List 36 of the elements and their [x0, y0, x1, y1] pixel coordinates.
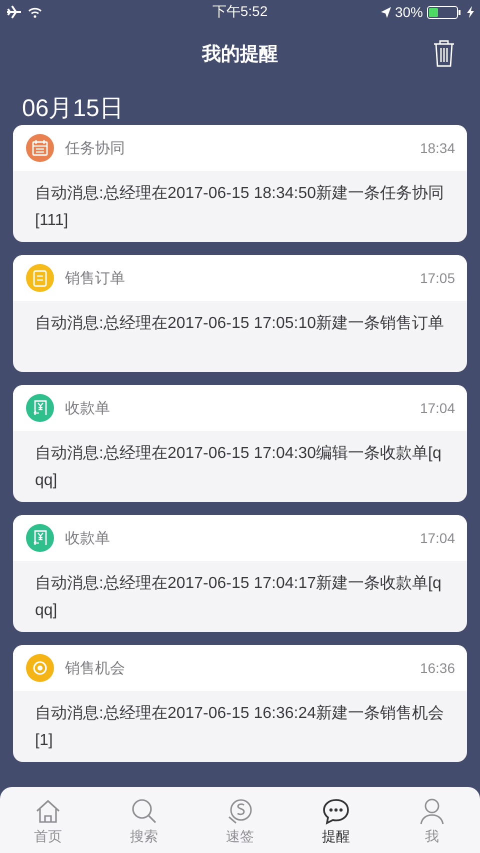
page-title: 我的提醒: [202, 43, 278, 67]
reminder-message: 自动消息:总经理在2017-06-15 17:05:10新建一条销售订单: [34, 314, 446, 334]
reminder-card[interactable]: 任务协同 18:34 自动消息:总经理在2017-06-15 18:34:50新建一条任务协同[111]: [13, 125, 467, 242]
reminder-time: 17:04: [420, 400, 455, 416]
reminder-type: 销售订单: [65, 268, 126, 288]
home-icon: [34, 797, 62, 825]
reminder-message: 自动消息:总经理在2017-06-15 16:36:24新建一条销售机会[1]: [34, 704, 446, 751]
person-icon: [418, 797, 446, 825]
charging-icon: [467, 6, 474, 18]
reminder-time: 17:04: [420, 530, 455, 546]
airplane-icon: [6, 5, 22, 19]
reminder-type: 收款单: [65, 528, 111, 548]
battery-icon: [427, 6, 463, 18]
reminder-message: 自动消息:总经理在2017-06-15 17:04:17新建一条收款单[qqq]: [34, 574, 442, 621]
s-circle-icon: [226, 797, 254, 825]
status-time: 下午5:52: [212, 3, 268, 21]
wifi-icon: [28, 6, 42, 18]
reminder-card[interactable]: 销售机会 16:36 自动消息:总经理在2017-06-15 16:36:24新建一条销售机会[1]: [13, 645, 467, 762]
reminder-type: 收款单: [65, 398, 111, 418]
reminder-time: 17:05: [420, 270, 455, 286]
reminder-message: 自动消息:总经理在2017-06-15 17:04:30编辑一条收款单[qqq]: [34, 444, 442, 491]
date-heading: 06月15日: [21, 94, 124, 124]
trash-icon[interactable]: [433, 39, 455, 67]
location-arrow-icon: [380, 6, 391, 18]
search-icon: [130, 797, 158, 825]
reminder-time: 18:34: [420, 140, 455, 156]
reminder-card[interactable]: 收款单 17:04 自动消息:总经理在2017-06-15 17:04:17新建一条收款单[qqq]: [13, 515, 467, 632]
chat-bubble-icon: [322, 797, 350, 825]
tab-item[interactable]: 提醒: [301, 797, 371, 846]
battery-percent: 30%: [394, 4, 423, 20]
reminder-type: 销售机会: [65, 658, 126, 678]
reminder-type: 任务协同: [65, 138, 126, 158]
reminder-message: 自动消息:总经理在2017-06-15 18:34:50新建一条任务协同[111]: [34, 184, 446, 231]
reminder-card[interactable]: 收款单 17:04 自动消息:总经理在2017-06-15 17:04:30编辑一条收款单[qqq]: [13, 385, 467, 502]
reminder-time: 16:36: [420, 660, 455, 676]
reminder-card[interactable]: 销售订单 17:05 自动消息:总经理在2017-06-15 17:05:10新建一条销售订单: [13, 255, 467, 372]
